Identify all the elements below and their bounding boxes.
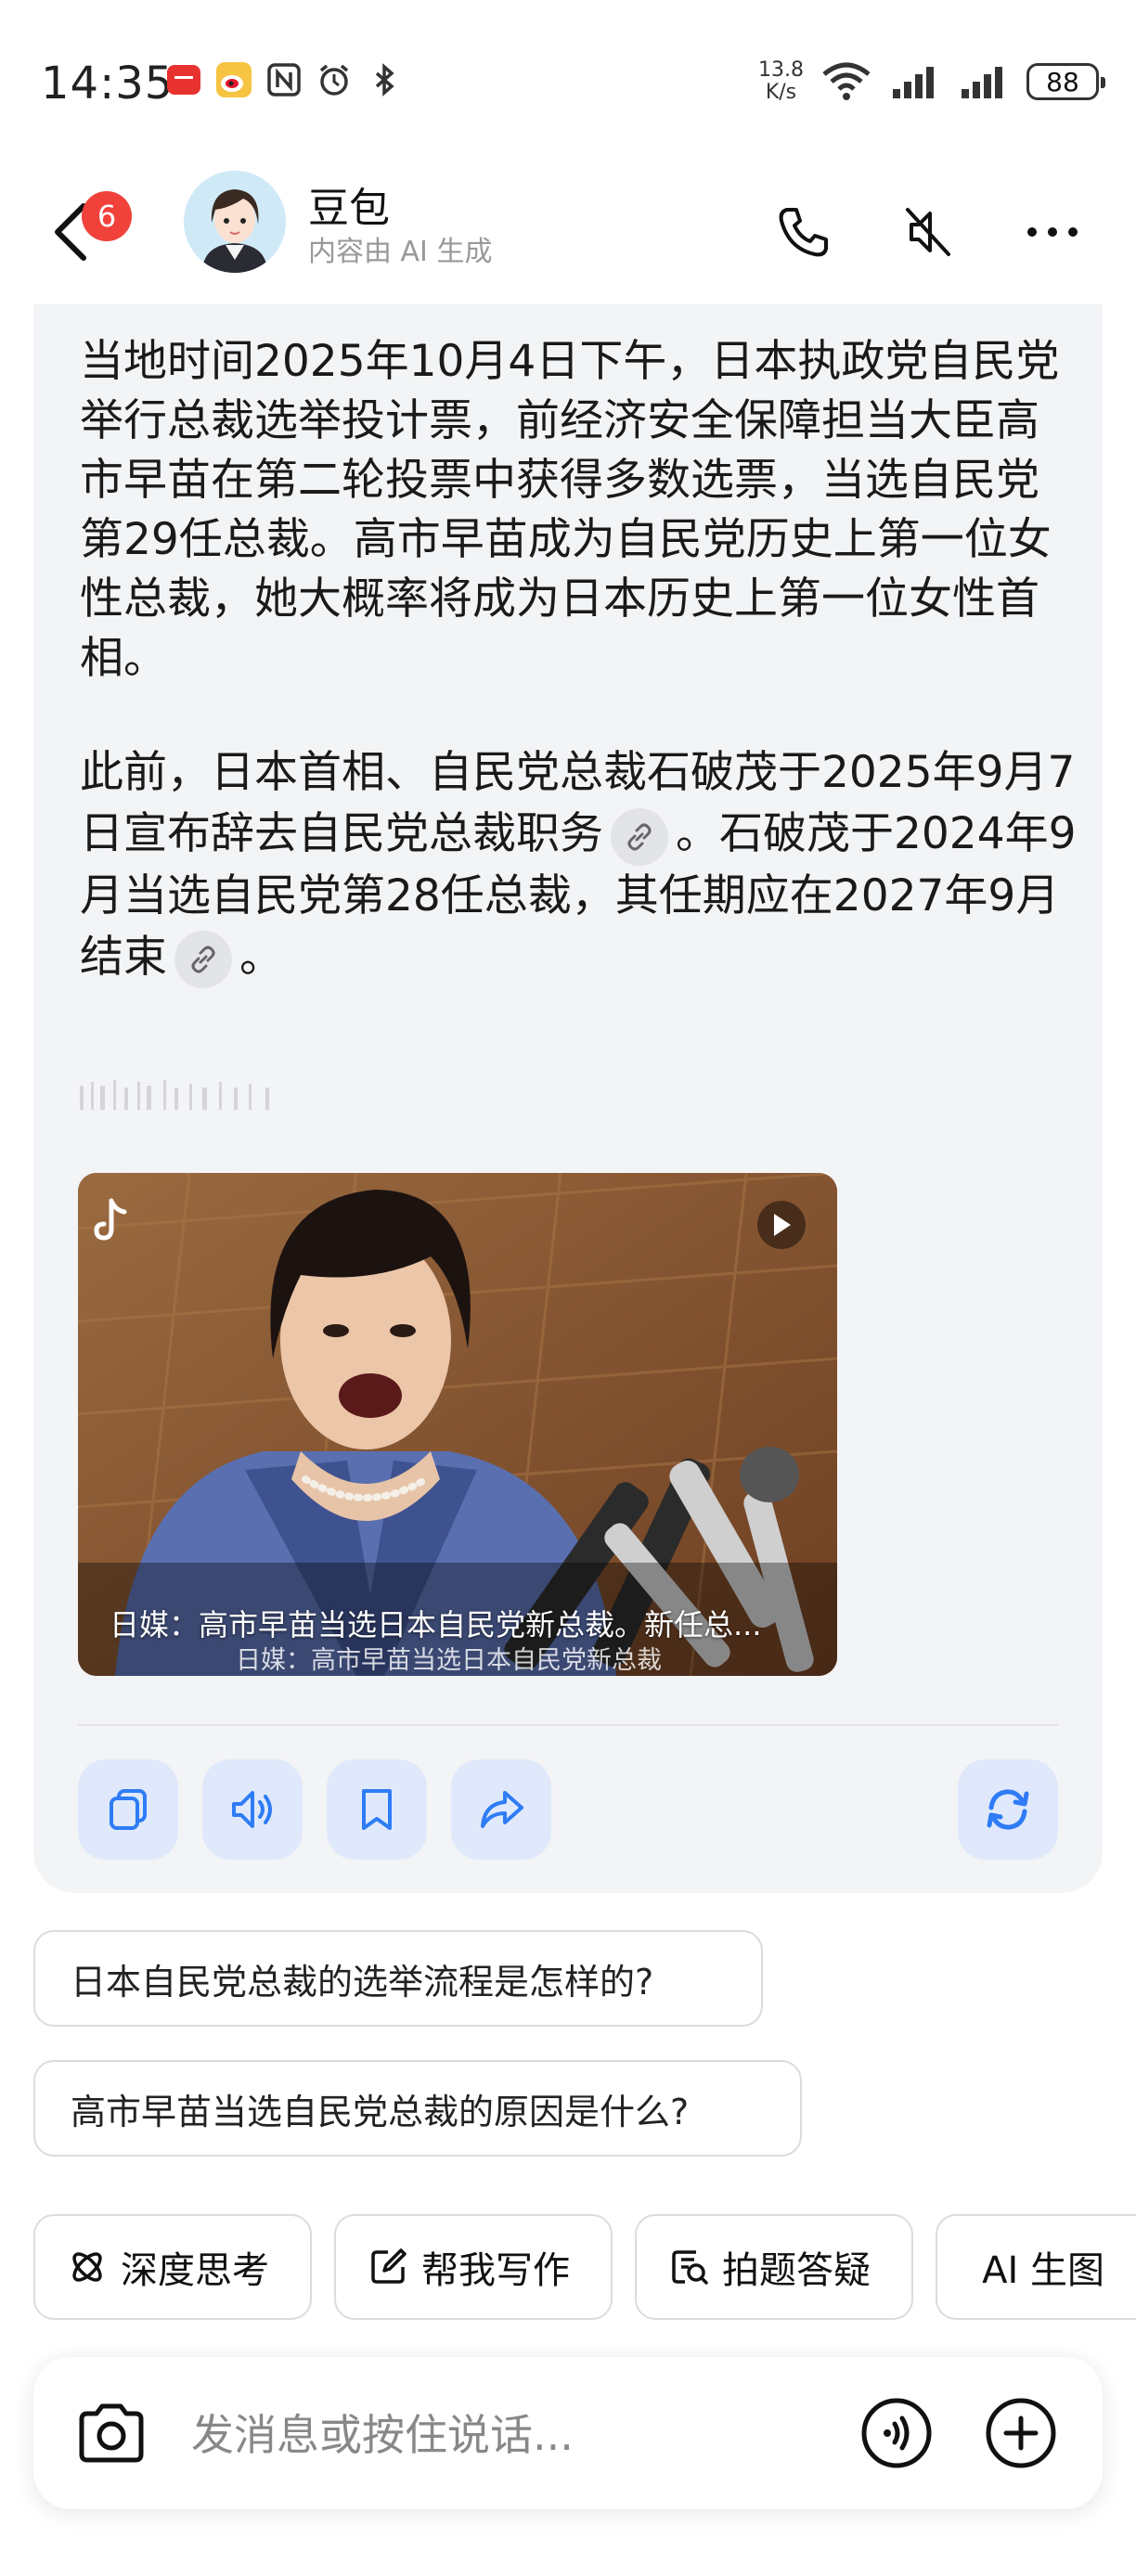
signal-icon-sim2 (958, 63, 1010, 100)
plus-circle-icon (986, 2398, 1056, 2468)
source-link-button[interactable] (611, 807, 668, 866)
battery-level: 88 (1046, 66, 1079, 97)
link-icon (191, 946, 215, 973)
phone-call-button[interactable] (767, 195, 841, 269)
status-notification-icons (165, 61, 403, 98)
network-speed: 13.8 K/s (758, 58, 804, 104)
source-link-button[interactable] (174, 931, 232, 988)
add-attachment-button[interactable] (984, 2396, 1058, 2470)
copy-icon (110, 1789, 147, 1830)
video-subtitle: 日媒：高市早苗当选日本自民党新总裁 (236, 1646, 662, 1675)
suggested-question[interactable]: 日本自民党总裁的选举流程是怎样的? (33, 1930, 763, 2027)
mute-button[interactable] (891, 195, 965, 269)
nfc-icon (265, 61, 303, 98)
copy-button[interactable] (78, 1759, 178, 1860)
huawei-store-icon (165, 61, 202, 98)
alarm-icon (316, 61, 353, 98)
tool-deep-thinking[interactable]: 深度思考 (33, 2214, 312, 2320)
phone-icon (779, 208, 828, 257)
speaker-muted-icon (906, 208, 950, 256)
read-aloud-button[interactable] (202, 1759, 303, 1860)
battery-indicator: 88 (1026, 63, 1105, 100)
share-button[interactable] (451, 1759, 551, 1860)
atom-icon (72, 2252, 102, 2282)
tool-help-write[interactable]: 帮我写作 (334, 2214, 613, 2320)
wifi-icon (820, 62, 872, 100)
bookmark-icon (362, 1789, 392, 1830)
status-system-icons: 13.8 K/s 88 (758, 58, 1105, 104)
voice-wave-icon (861, 2398, 932, 2468)
bluetooth-icon (366, 61, 403, 98)
video-caption: 日媒：高市早苗当选日本自民党新总裁。新任总... (110, 1607, 762, 1642)
chat-header: 6 豆包 内容由 AI 生成 (0, 167, 1136, 297)
suggested-question[interactable]: 高市早苗当选自民党总裁的原因是什么? (33, 2060, 802, 2157)
more-options-button[interactable] (1015, 195, 1090, 269)
status-bar: 14:35 13.8 K/s 88 (0, 0, 1136, 167)
video-thumbnail (78, 1173, 837, 1676)
more-dots-icon (1027, 227, 1078, 237)
answer-card: 当地时间2025年10月4日下午，日本执政党自民党举行总裁选举投计票，前经济安全… (33, 304, 1103, 1893)
bookmark-button[interactable] (327, 1759, 427, 1860)
link-icon (627, 823, 652, 850)
weibo-icon (215, 61, 252, 98)
loading-placeholder (80, 1076, 303, 1117)
regenerate-button[interactable] (958, 1759, 1058, 1860)
answer-paragraph-1: 当地时间2025年10月4日下午，日本执政党自民党举行总裁选举投计票，前经济安全… (80, 336, 1060, 684)
video-card[interactable]: 日媒：高市早苗当选日本自民党新总裁 日媒：高市早苗当选日本自民党新总裁。新任总.… (78, 1173, 837, 1676)
scan-question-icon (672, 2250, 708, 2285)
divider (78, 1724, 1058, 1726)
bot-name: 豆包 (308, 185, 390, 232)
bot-subtitle: 内容由 AI 生成 (308, 236, 493, 268)
speaker-icon (232, 1791, 272, 1828)
message-input[interactable] (189, 2402, 861, 2468)
unread-badge: 6 (82, 191, 132, 241)
tool-ai-image[interactable]: AI 生图 (936, 2214, 1136, 2320)
camera-button[interactable] (74, 2396, 148, 2470)
refresh-icon (987, 1789, 1029, 1830)
answer-paragraph-2: 此前，日本首相、自民党总裁石破茂于2025年9月7日宣布辞去自民党总裁职务 。石破… (80, 742, 1082, 988)
signal-icon-sim1 (889, 63, 941, 100)
avatar[interactable] (184, 171, 286, 273)
play-icon (757, 1201, 806, 1249)
status-time: 14:35 (41, 58, 174, 109)
tool-photo-question[interactable]: 拍题答疑 (635, 2214, 913, 2320)
message-input-bar (33, 2357, 1103, 2509)
camera-icon (79, 2403, 144, 2463)
voice-call-button[interactable] (859, 2396, 934, 2470)
edit-icon (371, 2248, 407, 2284)
share-arrow-icon (481, 1791, 523, 1828)
